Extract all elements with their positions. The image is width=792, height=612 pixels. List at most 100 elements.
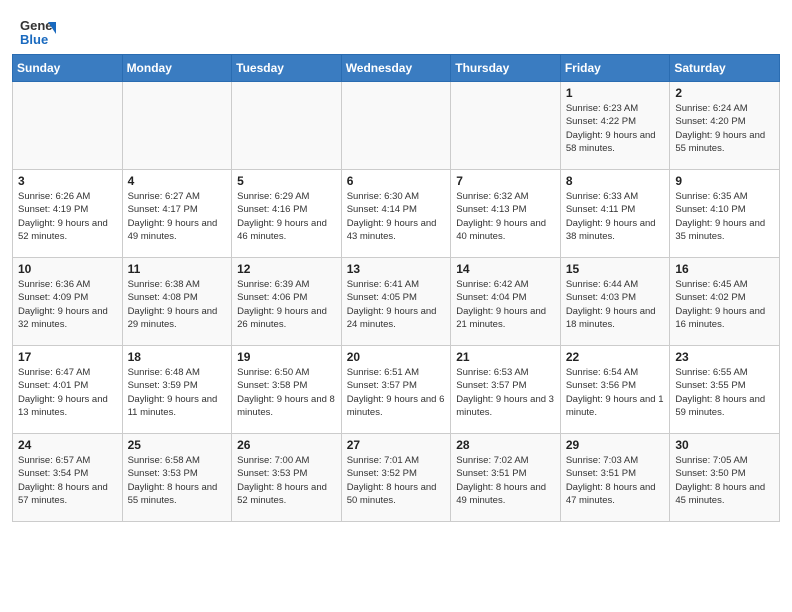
day-info: Sunrise: 6:26 AM Sunset: 4:19 PM Dayligh…	[18, 190, 117, 243]
calendar-cell: 12 Sunrise: 6:39 AM Sunset: 4:06 PM Dayli…	[232, 258, 342, 346]
week-row-1: 1 Sunrise: 6:23 AM Sunset: 4:22 PM Daylig…	[13, 82, 780, 170]
day-number: 24	[18, 438, 117, 452]
week-row-2: 3 Sunrise: 6:26 AM Sunset: 4:19 PM Daylig…	[13, 170, 780, 258]
day-info: Sunrise: 6:35 AM Sunset: 4:10 PM Dayligh…	[675, 190, 774, 243]
calendar-cell: 10Sunrise: 6:36 AM Sunset: 4:09 PM Dayli…	[13, 258, 123, 346]
calendar-cell: 21 Sunrise: 6:53 AM Sunset: 3:57 PM Dayli…	[451, 346, 561, 434]
calendar-cell: 6Sunrise: 6:30 AM Sunset: 4:14 PM Daylig…	[341, 170, 451, 258]
day-info: Sunrise: 6:30 AM Sunset: 4:14 PM Dayligh…	[347, 190, 446, 243]
logo: General Blue	[20, 14, 60, 50]
calendar-cell: 30 Sunrise: 7:05 AM Sunset: 3:50 PM Dayli…	[670, 434, 780, 522]
day-info: Sunrise: 6:44 AM Sunset: 4:03 PM Dayligh…	[566, 278, 665, 331]
day-info: Sunrise: 6:53 AM Sunset: 3:57 PM Dayligh…	[456, 366, 555, 419]
day-info: Sunrise: 7:05 AM Sunset: 3:50 PM Dayligh…	[675, 454, 774, 507]
day-number: 18	[128, 350, 227, 364]
day-info: Sunrise: 6:50 AM Sunset: 3:58 PM Dayligh…	[237, 366, 336, 419]
day-number: 21	[456, 350, 555, 364]
day-info: Sunrise: 6:36 AM Sunset: 4:09 PM Dayligh…	[18, 278, 117, 331]
calendar-cell: 1 Sunrise: 6:23 AM Sunset: 4:22 PM Daylig…	[560, 82, 670, 170]
day-info: Sunrise: 7:00 AM Sunset: 3:53 PM Dayligh…	[237, 454, 336, 507]
calendar-wrapper: SundayMondayTuesdayWednesdayThursdayFrid…	[0, 54, 792, 534]
day-info: Sunrise: 6:39 AM Sunset: 4:06 PM Dayligh…	[237, 278, 336, 331]
calendar-cell: 18Sunrise: 6:48 AM Sunset: 3:59 PM Dayli…	[122, 346, 232, 434]
day-info: Sunrise: 6:51 AM Sunset: 3:57 PM Dayligh…	[347, 366, 446, 419]
calendar-cell: 24 Sunrise: 6:57 AM Sunset: 3:54 PM Dayli…	[13, 434, 123, 522]
day-info: Sunrise: 6:55 AM Sunset: 3:55 PM Dayligh…	[675, 366, 774, 419]
day-number: 30	[675, 438, 774, 452]
day-info: Sunrise: 6:24 AM Sunset: 4:20 PM Dayligh…	[675, 102, 774, 155]
day-info: Sunrise: 6:33 AM Sunset: 4:11 PM Dayligh…	[566, 190, 665, 243]
day-info: Sunrise: 7:02 AM Sunset: 3:51 PM Dayligh…	[456, 454, 555, 507]
calendar-cell: 4Sunrise: 6:27 AM Sunset: 4:17 PM Daylig…	[122, 170, 232, 258]
day-header-thursday: Thursday	[451, 55, 561, 82]
calendar-cell: 16 Sunrise: 6:45 AM Sunset: 4:02 PM Dayli…	[670, 258, 780, 346]
day-number: 9	[675, 174, 774, 188]
day-number: 19	[237, 350, 336, 364]
day-number: 8	[566, 174, 665, 188]
day-number: 12	[237, 262, 336, 276]
day-number: 16	[675, 262, 774, 276]
day-info: Sunrise: 6:29 AM Sunset: 4:16 PM Dayligh…	[237, 190, 336, 243]
day-number: 22	[566, 350, 665, 364]
calendar-cell: 17 Sunrise: 6:47 AM Sunset: 4:01 PM Dayli…	[13, 346, 123, 434]
day-number: 25	[128, 438, 227, 452]
day-info: Sunrise: 6:42 AM Sunset: 4:04 PM Dayligh…	[456, 278, 555, 331]
day-number: 20	[347, 350, 446, 364]
day-number: 28	[456, 438, 555, 452]
calendar-cell: 23 Sunrise: 6:55 AM Sunset: 3:55 PM Dayli…	[670, 346, 780, 434]
day-number: 23	[675, 350, 774, 364]
day-info: Sunrise: 6:27 AM Sunset: 4:17 PM Dayligh…	[128, 190, 227, 243]
calendar-table: SundayMondayTuesdayWednesdayThursdayFrid…	[12, 54, 780, 522]
week-row-5: 24 Sunrise: 6:57 AM Sunset: 3:54 PM Dayli…	[13, 434, 780, 522]
calendar-cell: 8 Sunrise: 6:33 AM Sunset: 4:11 PM Daylig…	[560, 170, 670, 258]
calendar-cell	[451, 82, 561, 170]
calendar-cell: 25 Sunrise: 6:58 AM Sunset: 3:53 PM Dayli…	[122, 434, 232, 522]
day-info: Sunrise: 7:03 AM Sunset: 3:51 PM Dayligh…	[566, 454, 665, 507]
calendar-cell: 13Sunrise: 6:41 AM Sunset: 4:05 PM Dayli…	[341, 258, 451, 346]
calendar-cell: 28 Sunrise: 7:02 AM Sunset: 3:51 PM Dayli…	[451, 434, 561, 522]
day-info: Sunrise: 6:45 AM Sunset: 4:02 PM Dayligh…	[675, 278, 774, 331]
day-header-wednesday: Wednesday	[341, 55, 451, 82]
day-info: Sunrise: 7:01 AM Sunset: 3:52 PM Dayligh…	[347, 454, 446, 507]
day-header-sunday: Sunday	[13, 55, 123, 82]
calendar-cell: 3 Sunrise: 6:26 AM Sunset: 4:19 PM Daylig…	[13, 170, 123, 258]
day-header-saturday: Saturday	[670, 55, 780, 82]
week-row-4: 17 Sunrise: 6:47 AM Sunset: 4:01 PM Dayli…	[13, 346, 780, 434]
day-info: Sunrise: 6:58 AM Sunset: 3:53 PM Dayligh…	[128, 454, 227, 507]
calendar-cell	[13, 82, 123, 170]
day-info: Sunrise: 6:57 AM Sunset: 3:54 PM Dayligh…	[18, 454, 117, 507]
calendar-cell: 19 Sunrise: 6:50 AM Sunset: 3:58 PM Dayli…	[232, 346, 342, 434]
calendar-cell: 20 Sunrise: 6:51 AM Sunset: 3:57 PM Dayli…	[341, 346, 451, 434]
day-number: 14	[456, 262, 555, 276]
day-number: 1	[566, 86, 665, 100]
calendar-cell: 2 Sunrise: 6:24 AM Sunset: 4:20 PM Daylig…	[670, 82, 780, 170]
calendar-cell: 15 Sunrise: 6:44 AM Sunset: 4:03 PM Dayli…	[560, 258, 670, 346]
calendar-cell	[232, 82, 342, 170]
day-number: 11	[128, 262, 227, 276]
calendar-cell: 29 Sunrise: 7:03 AM Sunset: 3:51 PM Dayli…	[560, 434, 670, 522]
calendar-cell: 22 Sunrise: 6:54 AM Sunset: 3:56 PM Dayli…	[560, 346, 670, 434]
day-info: Sunrise: 6:23 AM Sunset: 4:22 PM Dayligh…	[566, 102, 665, 155]
calendar-cell: 9 Sunrise: 6:35 AM Sunset: 4:10 PM Daylig…	[670, 170, 780, 258]
day-number: 29	[566, 438, 665, 452]
calendar-cell	[341, 82, 451, 170]
day-header-tuesday: Tuesday	[232, 55, 342, 82]
day-number: 26	[237, 438, 336, 452]
day-header-friday: Friday	[560, 55, 670, 82]
calendar-cell: 11Sunrise: 6:38 AM Sunset: 4:08 PM Dayli…	[122, 258, 232, 346]
day-number: 2	[675, 86, 774, 100]
calendar-cell: 5 Sunrise: 6:29 AM Sunset: 4:16 PM Daylig…	[232, 170, 342, 258]
day-header-monday: Monday	[122, 55, 232, 82]
calendar-cell	[122, 82, 232, 170]
day-number: 27	[347, 438, 446, 452]
day-number: 15	[566, 262, 665, 276]
day-info: Sunrise: 6:54 AM Sunset: 3:56 PM Dayligh…	[566, 366, 665, 419]
page-header: General Blue	[0, 0, 792, 54]
day-number: 5	[237, 174, 336, 188]
svg-text:Blue: Blue	[20, 32, 48, 47]
day-number: 17	[18, 350, 117, 364]
day-number: 3	[18, 174, 117, 188]
day-number: 13	[347, 262, 446, 276]
day-number: 7	[456, 174, 555, 188]
day-info: Sunrise: 6:47 AM Sunset: 4:01 PM Dayligh…	[18, 366, 117, 419]
